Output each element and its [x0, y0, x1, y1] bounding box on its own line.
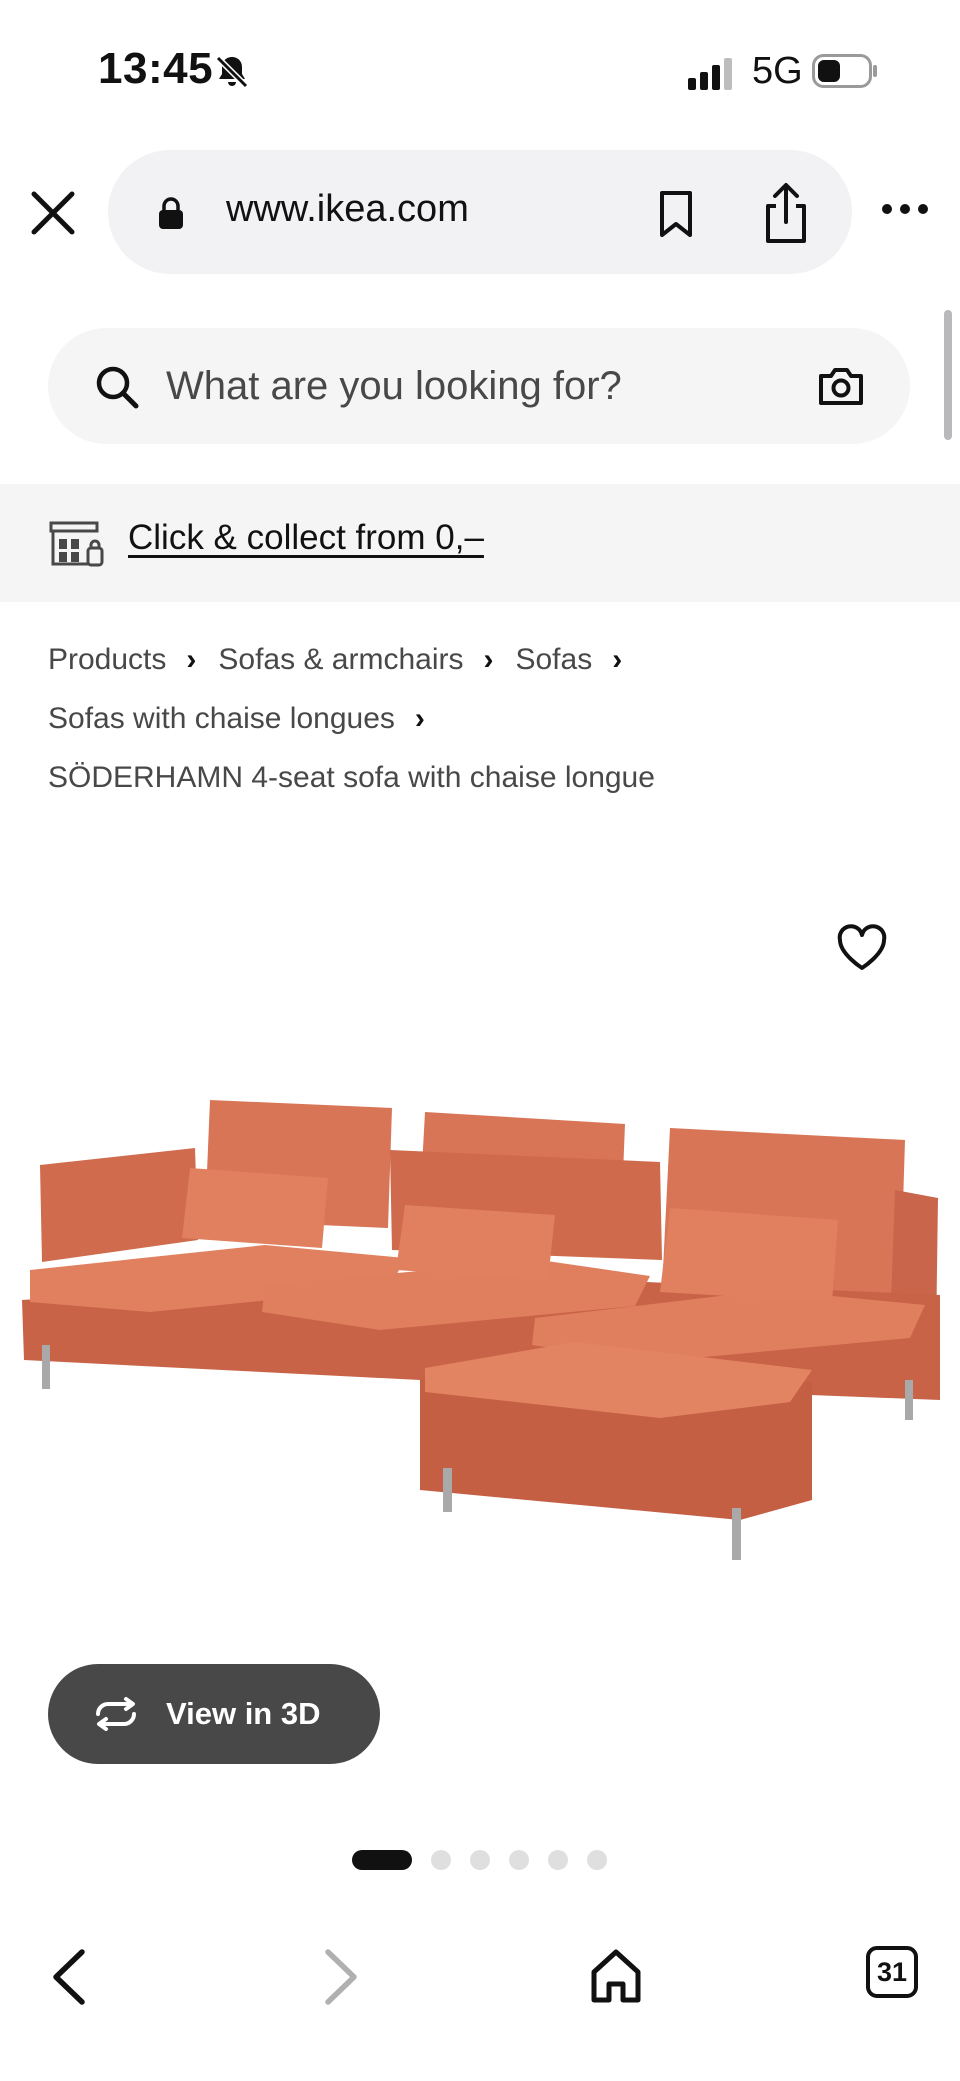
breadcrumb-row: Products › Sofas & armchairs › Sofas › — [48, 630, 928, 689]
home-icon[interactable] — [590, 1948, 642, 2004]
carousel-dot[interactable] — [587, 1850, 607, 1870]
breadcrumb-separator: › — [414, 702, 425, 735]
breadcrumb-current: SÖDERHAMN 4-seat sofa with chaise longue — [48, 761, 655, 794]
breadcrumb-sofas-armchairs[interactable]: Sofas & armchairs — [218, 630, 463, 689]
scroll-indicator[interactable] — [944, 310, 952, 440]
battery-icon — [812, 54, 877, 88]
breadcrumb-separator: › — [483, 643, 494, 676]
carousel-dot[interactable] — [548, 1850, 568, 1870]
store-icon — [49, 521, 104, 567]
bottom-toolbar: 31 — [0, 1886, 960, 2081]
carousel-dots — [352, 1849, 626, 1871]
bookmark-icon[interactable] — [656, 190, 696, 238]
collect-banner: Click & collect from 0,– — [0, 484, 960, 602]
network-type: 5G — [752, 50, 803, 92]
sofa-image[interactable] — [0, 1080, 960, 1680]
forward-icon[interactable] — [322, 1946, 362, 2008]
share-icon[interactable] — [760, 182, 812, 244]
back-icon[interactable] — [48, 1946, 88, 2008]
lock-icon — [159, 197, 183, 229]
breadcrumb-separator: › — [612, 643, 623, 676]
carousel-dot-active[interactable] — [352, 1850, 412, 1870]
search-icon — [96, 366, 139, 409]
signal-icon — [688, 58, 732, 90]
url-text[interactable]: www.ikea.com — [226, 188, 469, 231]
close-icon[interactable] — [28, 188, 78, 238]
breadcrumb-sofas[interactable]: Sofas — [515, 630, 592, 689]
carousel-dot[interactable] — [470, 1850, 490, 1870]
bell-slash-icon — [215, 55, 249, 89]
view-in-3d-button[interactable]: View in 3D — [48, 1664, 380, 1764]
status-bar: 13:45 5G — [0, 0, 960, 140]
breadcrumb-separator: › — [186, 643, 197, 676]
breadcrumb-products[interactable]: Products — [48, 630, 166, 689]
tabs-icon[interactable]: 31 — [866, 1946, 918, 1998]
breadcrumb-sofas-chaise[interactable]: Sofas with chaise longues — [48, 689, 395, 748]
rotate-icon — [96, 1697, 136, 1731]
more-icon[interactable] — [880, 196, 930, 222]
carousel-dot[interactable] — [431, 1850, 451, 1870]
breadcrumb-row: SÖDERHAMN 4-seat sofa with chaise longue — [48, 748, 928, 807]
status-time: 13:45 — [98, 44, 214, 93]
breadcrumb: Products › Sofas & armchairs › Sofas › S… — [48, 630, 928, 807]
search-input[interactable] — [166, 358, 726, 414]
camera-icon[interactable] — [818, 366, 864, 406]
breadcrumb-row: Sofas with chaise longues › — [48, 689, 928, 748]
heart-icon[interactable] — [836, 924, 888, 972]
view-in-3d-label: View in 3D — [166, 1696, 321, 1731]
collect-link[interactable]: Click & collect from 0,– — [128, 518, 484, 558]
url-bar[interactable]: www.ikea.com — [108, 150, 852, 274]
carousel-dot[interactable] — [509, 1850, 529, 1870]
search-box[interactable] — [48, 328, 910, 444]
